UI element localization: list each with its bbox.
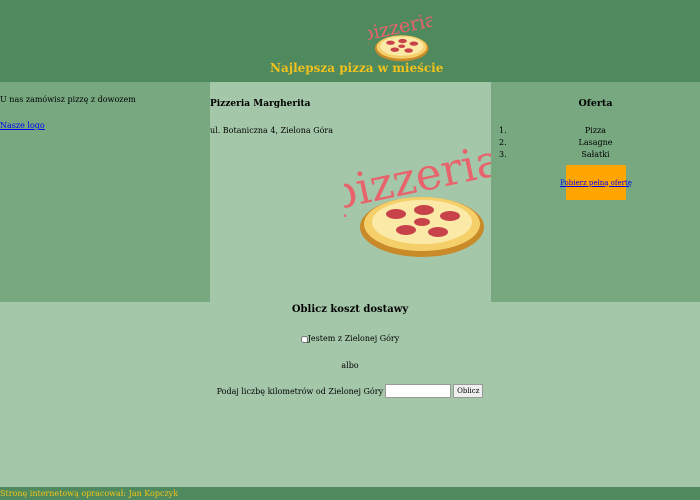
offer-item: 3. Sałatki <box>499 149 692 161</box>
km-input[interactable] <box>385 384 452 398</box>
footer-text: Stronę internetową opracował: Jan Kopczy… <box>0 489 179 498</box>
pizzeria-name: Pizzeria Margherita <box>210 99 311 109</box>
offer-item-number: 3. <box>499 150 507 159</box>
pizzeria-logo-large: pizzeria <box>344 142 492 257</box>
km-row: Podaj liczbę kilometrów od Zielonej Góry… <box>0 384 700 398</box>
tagline: Najlepsza pizza w mieście <box>270 61 444 75</box>
our-logo-link[interactable]: Nasze logo <box>0 121 45 130</box>
offer-item-label: Lasagne <box>578 138 613 147</box>
offer-item-number: 1. <box>499 126 507 135</box>
download-offer-link[interactable]: Pobierz pełną ofertę <box>560 179 632 187</box>
offer-item: 1. Pizza <box>499 125 692 137</box>
local-checkbox[interactable] <box>300 335 308 343</box>
local-checkbox-row: Jestem z Zielonej Góry <box>0 334 700 343</box>
footer: Stronę internetową opracował: Jan Kopczy… <box>0 487 700 500</box>
header: pizzeria Najlepsza pizza w mieście <box>0 0 700 82</box>
or-text: albo <box>341 361 359 370</box>
calculate-button[interactable]: Oblicz <box>453 384 484 398</box>
offer-item-label: Sałatki <box>581 150 610 159</box>
offer-title: Oferta <box>578 98 613 109</box>
offer-item-label: Pizza <box>584 126 607 135</box>
offer-item-number: 2. <box>499 138 507 147</box>
pizzeria-address: ul. Botaniczna 4, Zielona Góra <box>210 126 334 135</box>
delivery-info-text: U nas zamówisz pizzę z dowozem <box>0 95 136 104</box>
download-offer-button[interactable]: Pobierz pełną ofertę <box>560 165 632 200</box>
offer-list: 1. Pizza 2. Lasagne 3. Sałatki <box>499 125 692 161</box>
km-label: Podaj liczbę kilometrów od Zielonej Góry <box>216 386 384 396</box>
delivery-cost-title: Oblicz koszt dostawy <box>291 304 409 315</box>
offer-panel: Oferta 1. Pizza 2. Lasagne 3. Sałatki Pobie… <box>491 82 700 302</box>
offer-item: 2. Lasagne <box>499 137 692 149</box>
left-panel: U nas zamówisz pizzę z dowozem Nasze log… <box>0 82 210 302</box>
local-checkbox-label: Jestem z Zielonej Góry <box>307 334 400 343</box>
main-panel: Pizzeria Margherita ul. Botaniczna 4, Zi… <box>210 82 492 302</box>
